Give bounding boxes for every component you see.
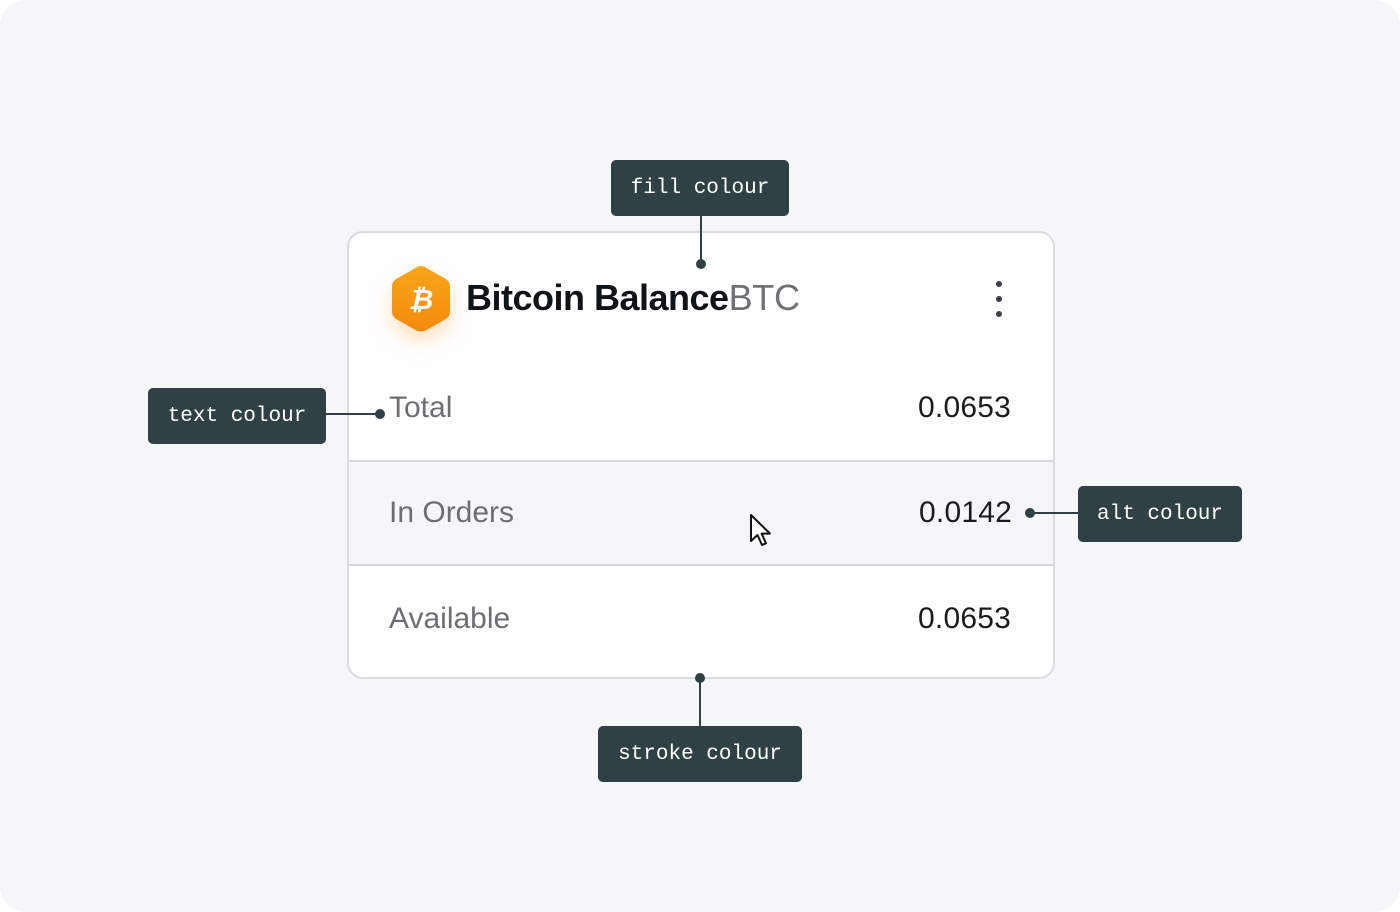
canvas: ₿ Bitcoin Balance BTC Total 0.0653 In Or… (0, 0, 1400, 912)
card-ticker: BTC (728, 277, 800, 318)
annotation-fill-dot (696, 259, 706, 269)
annotation-stroke-colour: stroke colour (598, 726, 802, 782)
annotation-fill-colour: fill colour (611, 160, 789, 216)
annotation-stroke-line (699, 678, 701, 726)
card-title-group: Bitcoin Balance BTC (466, 277, 800, 321)
annotation-stroke-dot (695, 673, 705, 683)
row-value: 0.0653 (918, 602, 1011, 635)
menu-dot (996, 311, 1002, 317)
annotation-fill-line (700, 216, 702, 264)
row-value: 0.0653 (918, 391, 1011, 424)
annotation-alt-line (1030, 512, 1078, 514)
row-label: Available (389, 602, 511, 635)
bitcoin-icon: ₿ (392, 266, 450, 332)
annotation-alt-dot (1025, 508, 1035, 518)
row-value: 0.0142 (919, 496, 1012, 529)
annotation-text-dot (375, 409, 385, 419)
bitcoin-balance-card: ₿ Bitcoin Balance BTC Total 0.0653 In Or… (347, 231, 1055, 679)
card-title: Bitcoin Balance (466, 277, 729, 318)
menu-dot (996, 281, 1002, 287)
annotation-text-colour: text colour (148, 388, 326, 444)
row-label: In Orders (389, 496, 515, 529)
svg-text:₿: ₿ (409, 284, 434, 315)
menu-dot (996, 296, 1002, 302)
balance-row-in-orders[interactable]: In Orders 0.0142 (349, 460, 1053, 566)
mouse-cursor-icon (750, 514, 771, 546)
balance-row-available[interactable]: Available 0.0653 (349, 566, 1053, 672)
balance-row-total[interactable]: Total 0.0653 (349, 355, 1053, 461)
annotation-text-line (326, 413, 380, 415)
row-label: Total (389, 391, 453, 424)
more-vertical-icon[interactable] (985, 279, 1013, 319)
annotation-alt-colour: alt colour (1078, 486, 1242, 542)
